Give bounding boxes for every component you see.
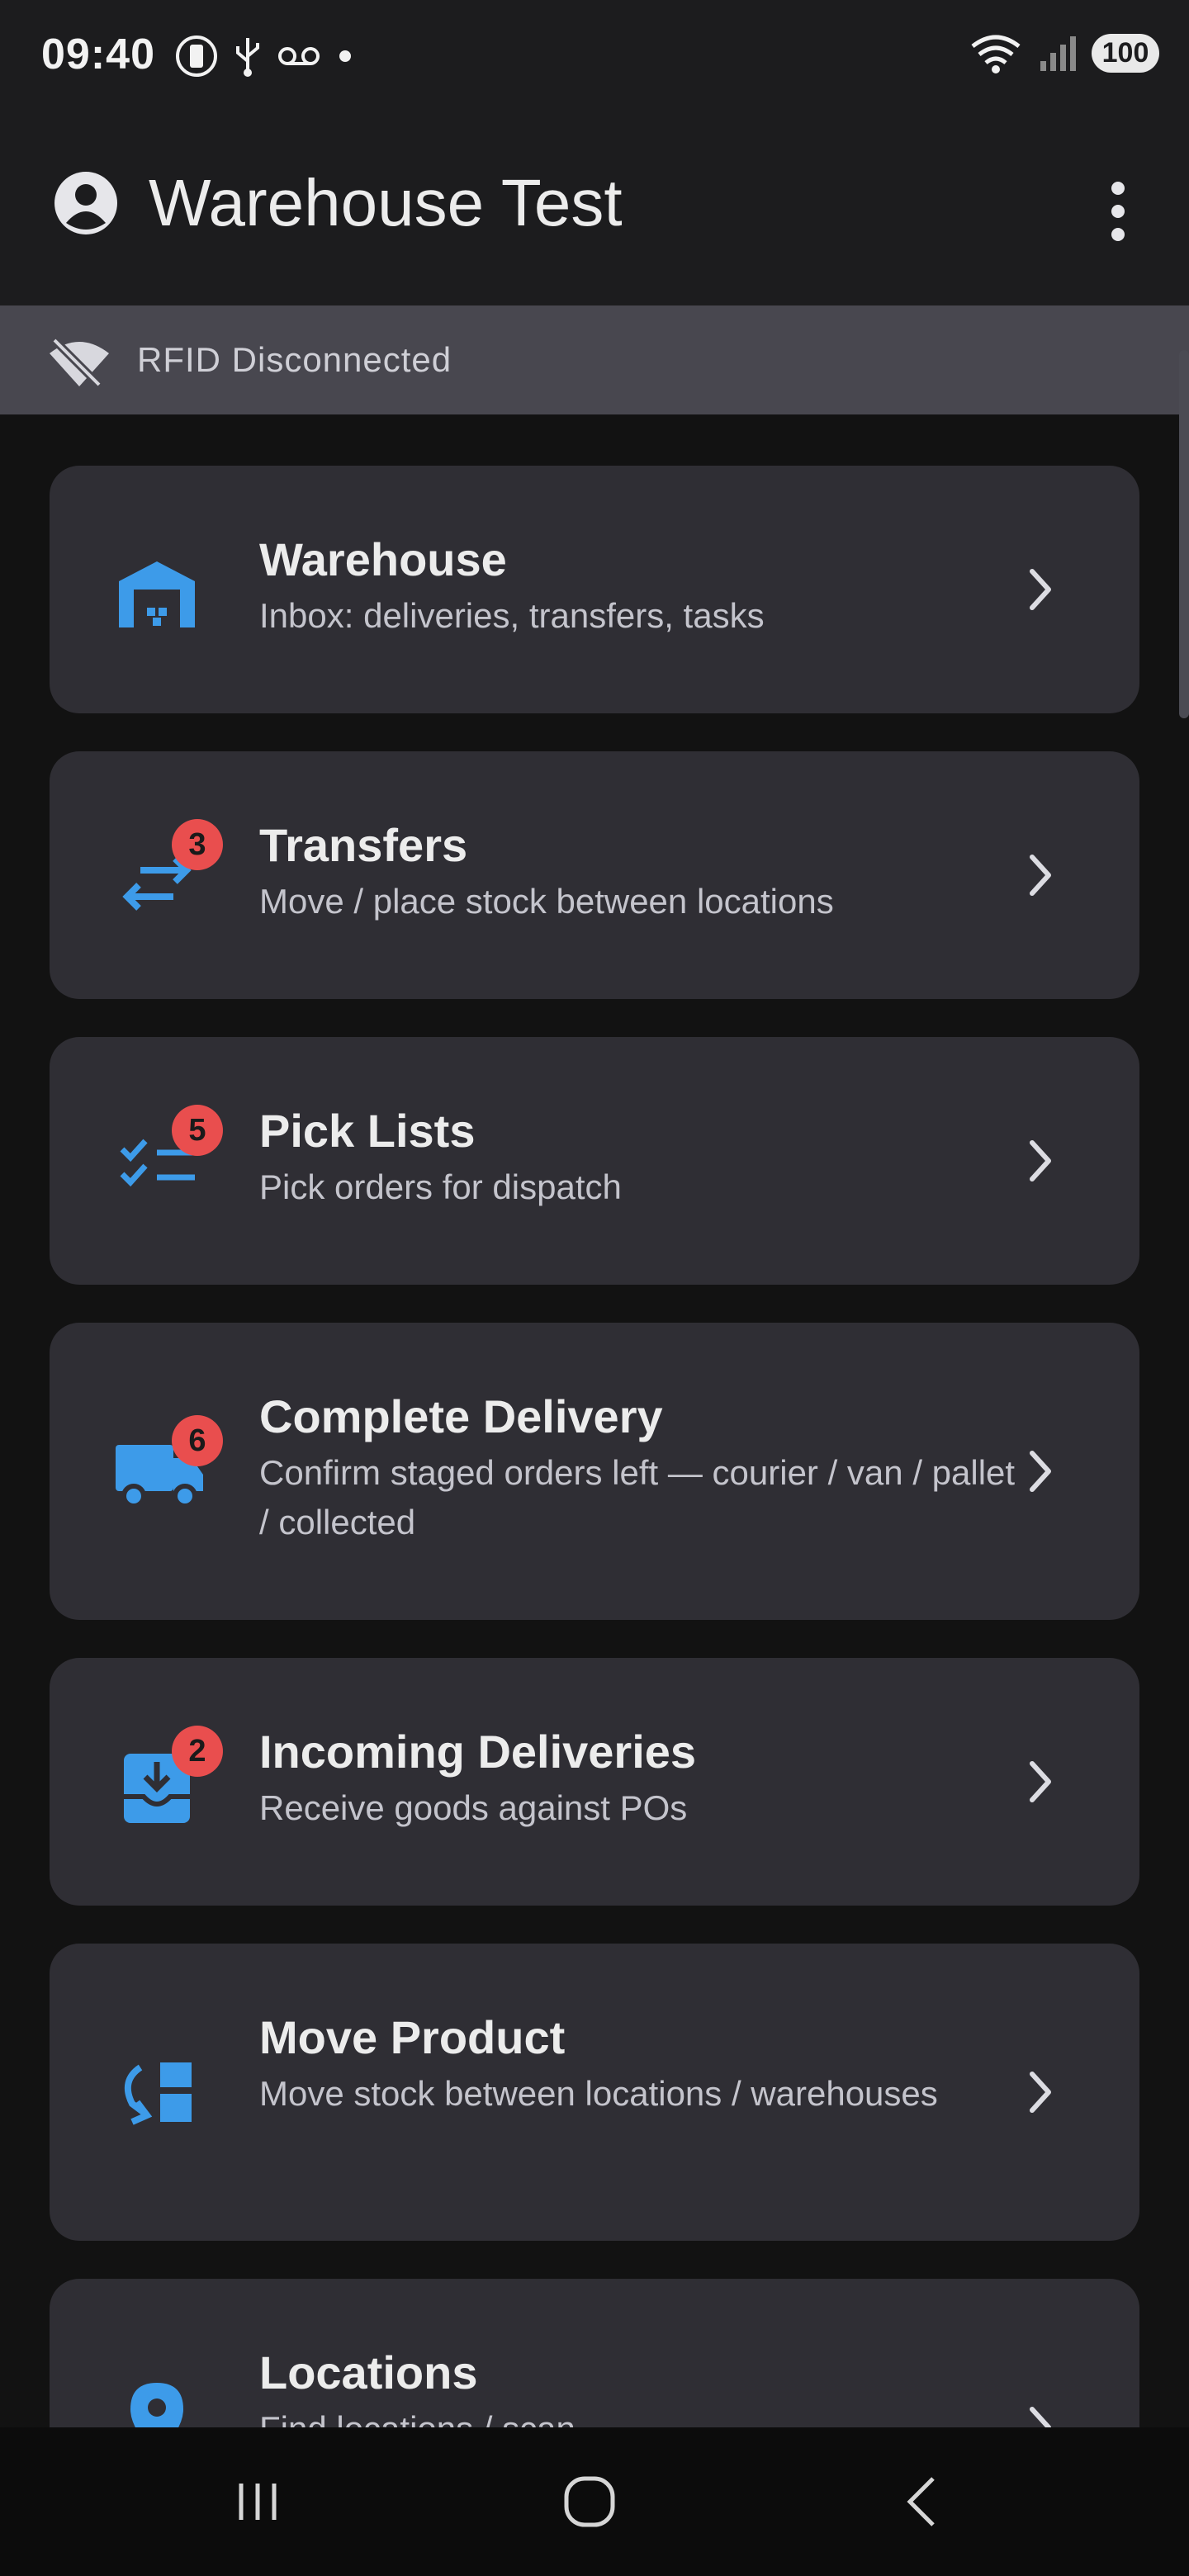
chevron-right-icon bbox=[1030, 855, 1051, 896]
home-button[interactable] bbox=[540, 2469, 639, 2535]
wifi-icon bbox=[971, 35, 1021, 73]
chevron-right-icon bbox=[1030, 1761, 1051, 1802]
more-vert-icon[interactable] bbox=[1110, 178, 1126, 244]
badge-count: 3 bbox=[172, 819, 223, 870]
chevron-right-icon bbox=[1030, 1140, 1051, 1181]
badge-count: 6 bbox=[172, 1415, 223, 1466]
phone-icon bbox=[176, 36, 217, 77]
wifi-off-icon bbox=[50, 337, 109, 388]
badge-count: 2 bbox=[172, 1726, 223, 1777]
card-subtitle: Confirm staged orders left — courier / v… bbox=[259, 1453, 1016, 1541]
card-subtitle: Move stock between locations / warehouse… bbox=[259, 2074, 938, 2113]
back-icon bbox=[907, 2477, 935, 2526]
usb-icon bbox=[236, 38, 259, 77]
home-icon bbox=[564, 2476, 615, 2527]
card-title: Incoming Deliveries bbox=[259, 1726, 697, 1778]
app-bar: Warehouse Test bbox=[0, 107, 1189, 305]
menu-card-complete-delivery[interactable]: 6 Complete Delivery Confirm staged order… bbox=[50, 1323, 1139, 1620]
signal-icon bbox=[1040, 36, 1076, 71]
menu-card-incoming-deliveries[interactable]: 2 Incoming Deliveries Receive goods agai… bbox=[50, 1658, 1139, 1906]
menu-card-pick-lists[interactable]: 5 Pick Lists Pick orders for dispatch bbox=[50, 1037, 1139, 1285]
card-title: Transfers bbox=[259, 819, 468, 871]
menu-card-transfers[interactable]: 3 Transfers Move / place stock between l… bbox=[50, 751, 1139, 999]
dot-icon bbox=[339, 50, 351, 62]
battery-indicator: 100 bbox=[1092, 33, 1159, 73]
recent-apps-button[interactable] bbox=[208, 2469, 307, 2535]
card-subtitle: Move / place stock between locations bbox=[259, 882, 834, 921]
recent-apps-icon bbox=[239, 2484, 277, 2520]
voicemail-icon bbox=[278, 47, 320, 65]
card-title: Warehouse bbox=[259, 533, 507, 585]
status-bar: 09:40 100 bbox=[0, 0, 1189, 107]
card-subtitle: Pick orders for dispatch bbox=[259, 1167, 622, 1206]
back-button[interactable] bbox=[874, 2469, 973, 2535]
move-product-icon bbox=[124, 2062, 192, 2125]
card-title: Locations bbox=[259, 2346, 478, 2398]
chevron-right-icon bbox=[1030, 1451, 1051, 1492]
system-nav-bar bbox=[0, 2427, 1189, 2576]
badge-count: 5 bbox=[172, 1105, 223, 1156]
card-title: Move Product bbox=[259, 2011, 566, 2063]
status-time: 09:40 bbox=[41, 31, 155, 78]
menu-card-move-product[interactable]: Move Product Move stock between location… bbox=[50, 1944, 1139, 2241]
menu-card-warehouse[interactable]: Warehouse Inbox: deliveries, transfers, … bbox=[50, 466, 1139, 713]
chevron-right-icon bbox=[1030, 569, 1051, 610]
scrollbar[interactable] bbox=[1179, 350, 1189, 718]
card-title: Pick Lists bbox=[259, 1105, 476, 1157]
card-subtitle: Inbox: deliveries, transfers, tasks bbox=[259, 596, 765, 635]
card-subtitle: Receive goods against POs bbox=[259, 1788, 688, 1827]
menu-list: Warehouse Inbox: deliveries, transfers, … bbox=[50, 466, 1139, 2564]
account-circle-icon[interactable] bbox=[53, 170, 119, 236]
warehouse-icon bbox=[119, 561, 195, 627]
chevron-right-icon bbox=[1030, 2072, 1051, 2113]
rfid-status-text: RFID Disconnected bbox=[137, 340, 452, 379]
page-title: Warehouse Test bbox=[149, 166, 623, 239]
card-title: Complete Delivery bbox=[259, 1390, 663, 1442]
rfid-status-banner: RFID Disconnected bbox=[0, 305, 1189, 414]
